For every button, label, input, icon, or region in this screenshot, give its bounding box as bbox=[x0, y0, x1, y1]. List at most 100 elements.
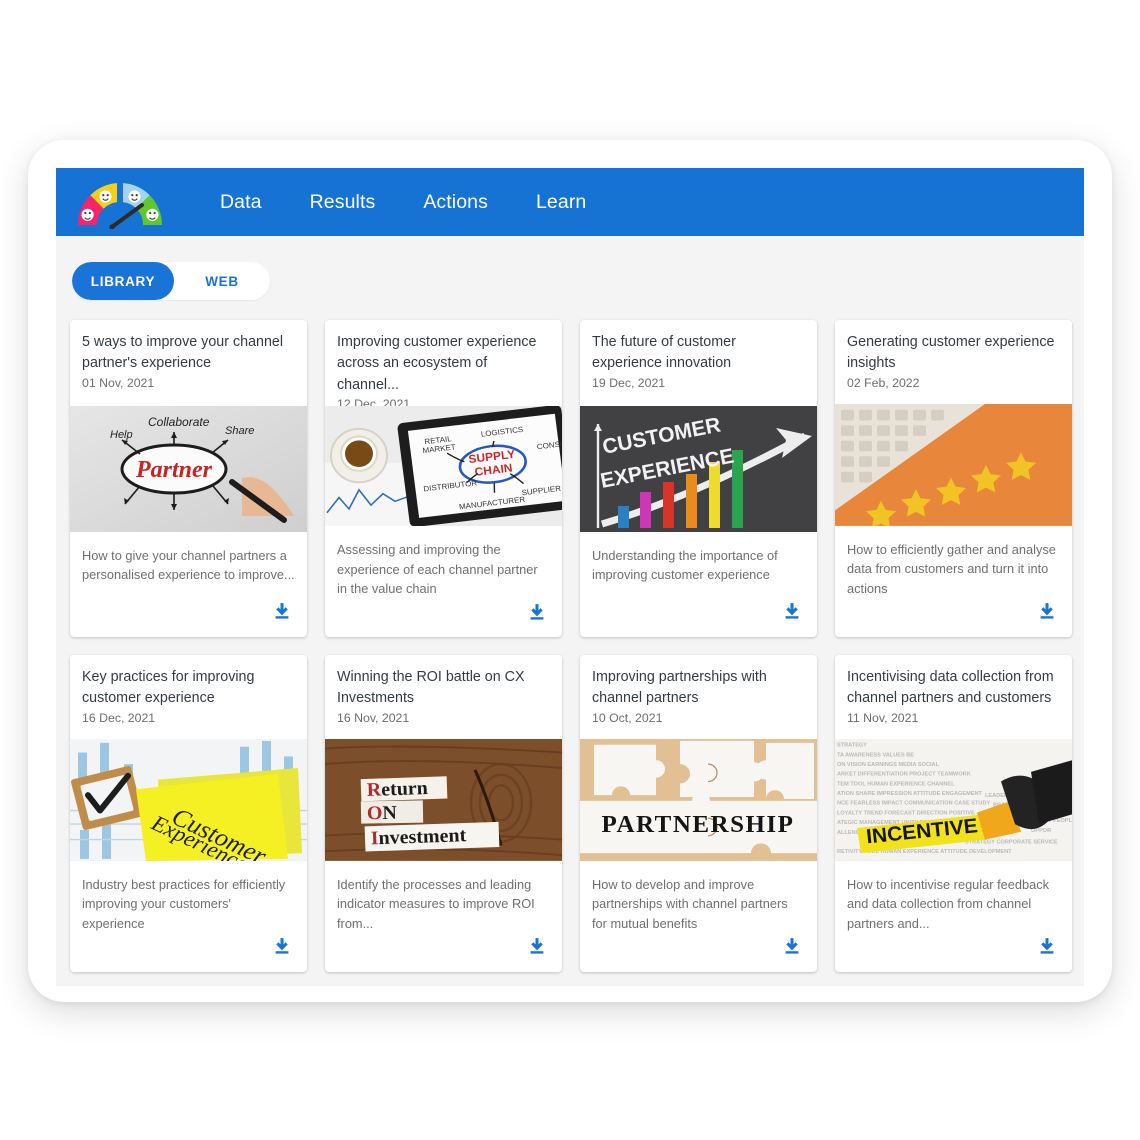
incentive-highlighter-thumbnail: STRATEGY TA AWARENESS VALUES BE ON VISION… bbox=[835, 738, 1072, 861]
card-description: How to incentivise regular feedback and … bbox=[847, 876, 1050, 931]
svg-text:STRATEGY: STRATEGY bbox=[837, 743, 867, 749]
card-title: Improving partnerships with channel part… bbox=[592, 669, 767, 707]
library-card[interactable]: Improving partnerships with channel part… bbox=[580, 655, 817, 972]
five-stars-keyboard-thumbnail bbox=[835, 403, 1072, 526]
svg-text:LOYALTY TREND FORECAST DIRE: LOYALTY TREND FORECAST DIRECTION POSITIV… bbox=[837, 810, 975, 816]
svg-text:PARTNERSHIP: PARTNERSHIP bbox=[602, 811, 795, 838]
download-icon[interactable] bbox=[1036, 936, 1058, 958]
card-footer bbox=[580, 597, 817, 637]
tab-library[interactable]: LIBRARY bbox=[72, 262, 174, 300]
app-window: Data Results Actions Learn LIBRARY WEB 5… bbox=[56, 168, 1084, 986]
library-card[interactable]: Key practices for improving customer exp… bbox=[70, 655, 307, 972]
svg-text:Partner: Partner bbox=[135, 457, 213, 483]
nav-item-learn[interactable]: Learn bbox=[512, 185, 610, 220]
card-body: How to incentivise regular feedback and … bbox=[835, 861, 1072, 933]
card-date: 16 Nov, 2021 bbox=[337, 710, 410, 725]
svg-text:Collaborate: Collaborate bbox=[148, 415, 210, 429]
card-description: How to efficiently gather and analyse da… bbox=[847, 541, 1056, 596]
svg-text:Share: Share bbox=[225, 425, 254, 437]
svg-text:Investment: Investment bbox=[370, 824, 467, 849]
card-footer bbox=[835, 598, 1072, 637]
svg-text:Help: Help bbox=[110, 429, 133, 441]
svg-text:TEM TOOL HUMAN EXPERIENCE: TEM TOOL HUMAN EXPERIENCE CHANNEL bbox=[837, 781, 955, 787]
download-icon[interactable] bbox=[781, 601, 803, 623]
card-date: 19 Dec, 2021 bbox=[592, 375, 666, 390]
card-date: 11 Nov, 2021 bbox=[847, 710, 919, 725]
svg-text:ON: ON bbox=[367, 802, 397, 824]
download-icon[interactable] bbox=[526, 602, 548, 624]
source-tabs: LIBRARY WEB bbox=[72, 262, 270, 300]
card-footer bbox=[835, 933, 1072, 972]
library-card[interactable]: Winning the ROI battle on CX Investments… bbox=[325, 655, 562, 972]
card-header: Key practices for improving customer exp… bbox=[70, 655, 307, 739]
library-card[interactable]: Improving customer experience across an … bbox=[325, 320, 562, 637]
card-description: How to give your channel partners a pers… bbox=[82, 548, 295, 583]
nav-item-data[interactable]: Data bbox=[196, 185, 286, 220]
card-date: 16 Dec, 2021 bbox=[82, 710, 156, 725]
library-card[interactable]: The future of customer experience innova… bbox=[580, 320, 817, 637]
card-header: Improving customer experience across an … bbox=[325, 320, 562, 411]
card-description: How to develop and improve partnerships … bbox=[592, 876, 788, 931]
download-icon[interactable] bbox=[781, 936, 803, 958]
card-description: Industry best practices for efficiently … bbox=[82, 876, 286, 931]
customer-experience-chalkboard-thumbnail: CUSTOMER EXPERIENCE bbox=[580, 406, 817, 532]
card-date: 01 Nov, 2021 bbox=[82, 375, 155, 390]
card-header: Winning the ROI battle on CX Investments… bbox=[325, 655, 562, 739]
card-description: Assessing and improving the experience o… bbox=[337, 542, 538, 596]
card-header: Generating customer experience insights … bbox=[835, 320, 1072, 404]
download-icon[interactable] bbox=[271, 936, 293, 958]
library-card[interactable]: 5 ways to improve your channel partner's… bbox=[70, 320, 307, 637]
partner-mindmap-thumbnail: Partner Help Collaborate Share bbox=[70, 406, 307, 532]
card-description: Understanding the importance of improvin… bbox=[592, 548, 778, 583]
return-on-investment-wood-thumbnail: Return ON Investment bbox=[325, 738, 562, 861]
svg-text:ATION SHARE IMPRESSION ATTI: ATION SHARE IMPRESSION ATTITUDE ENGAGEME… bbox=[837, 791, 983, 797]
card-title: 5 ways to improve your channel partner's… bbox=[82, 334, 284, 372]
card-body: How to give your channel partners a pers… bbox=[70, 532, 307, 597]
card-title: Improving customer experience across an … bbox=[337, 334, 537, 393]
download-icon[interactable] bbox=[1036, 601, 1058, 623]
svg-text:Return: Return bbox=[366, 777, 428, 801]
card-title: Incentivising data collection from chann… bbox=[847, 669, 1054, 707]
card-footer bbox=[70, 933, 307, 972]
card-header: Incentivising data collection from chann… bbox=[835, 655, 1072, 739]
library-card[interactable]: Generating customer experience insights … bbox=[835, 320, 1072, 637]
sticky-note-customer-experience-thumbnail: Customer Experience bbox=[70, 738, 307, 861]
card-footer bbox=[580, 933, 817, 972]
download-icon[interactable] bbox=[526, 936, 548, 958]
card-footer bbox=[325, 933, 562, 972]
card-header: 5 ways to improve your channel partner's… bbox=[70, 320, 307, 406]
device-frame: Data Results Actions Learn LIBRARY WEB 5… bbox=[28, 140, 1112, 1002]
nav-item-actions[interactable]: Actions bbox=[399, 185, 512, 220]
card-body: Identify the processes and leading indic… bbox=[325, 861, 562, 933]
svg-text:ARKET DIFFERENTIATION PROJEC: ARKET DIFFERENTIATION PROJECT TEAMWORK bbox=[837, 772, 971, 778]
library-card[interactable]: Incentivising data collection from chann… bbox=[835, 655, 1072, 972]
card-body: Assessing and improving the experience o… bbox=[325, 526, 562, 598]
card-body: How to develop and improve partnerships … bbox=[580, 861, 817, 933]
partnership-puzzle-thumbnail: PARTNERSHIP bbox=[580, 738, 817, 861]
card-title: The future of customer experience innova… bbox=[592, 334, 736, 372]
card-title: Winning the ROI battle on CX Investments bbox=[337, 669, 525, 707]
gauge-smiley-logo[interactable] bbox=[66, 173, 174, 231]
card-date: 02 Feb, 2022 bbox=[847, 375, 920, 390]
card-footer bbox=[70, 597, 307, 637]
download-icon[interactable] bbox=[271, 601, 293, 623]
card-footer bbox=[325, 598, 562, 637]
content-panel: LIBRARY WEB 5 ways to improve your chann… bbox=[56, 236, 1084, 986]
library-card-grid: 5 ways to improve your channel partner's… bbox=[68, 320, 1072, 972]
card-body: How to efficiently gather and analyse da… bbox=[835, 526, 1072, 598]
nav-items: Data Results Actions Learn bbox=[196, 185, 610, 220]
card-title: Generating customer experience insights bbox=[847, 334, 1055, 372]
svg-text:NCE FEARLESS IMPACT COMMUNI: NCE FEARLESS IMPACT COMMUNICATION CASE S… bbox=[837, 801, 991, 807]
nav-item-results[interactable]: Results bbox=[286, 185, 400, 220]
card-header: Improving partnerships with channel part… bbox=[580, 655, 817, 739]
card-description: Identify the processes and leading indic… bbox=[337, 876, 535, 931]
top-navigation-bar: Data Results Actions Learn bbox=[56, 168, 1084, 236]
tab-web[interactable]: WEB bbox=[174, 262, 270, 300]
supply-chain-tablet-thumbnail: SUPPLY CHAIN RETAIL MARKET LOGISTICS CON… bbox=[325, 406, 562, 527]
card-title: Key practices for improving customer exp… bbox=[82, 669, 255, 707]
gauge-smiley-logo-icon bbox=[78, 183, 162, 229]
svg-text:TA AWARENESS VALUES BE: TA AWARENESS VALUES BE bbox=[837, 752, 914, 758]
card-body: Understanding the importance of improvin… bbox=[580, 532, 817, 597]
card-header: The future of customer experience innova… bbox=[580, 320, 817, 406]
card-body: Industry best practices for efficiently … bbox=[70, 861, 307, 933]
